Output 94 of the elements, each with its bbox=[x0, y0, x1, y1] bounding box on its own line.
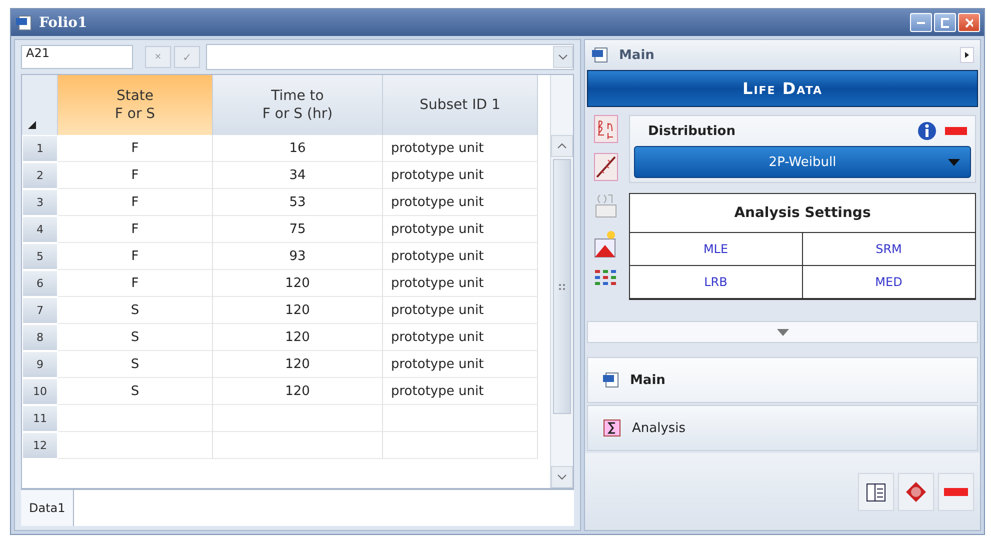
bar-icon bbox=[944, 486, 968, 496]
scroll-up-button[interactable] bbox=[551, 135, 573, 157]
scroll-down-button[interactable] bbox=[551, 466, 573, 488]
table-cell: 120 bbox=[213, 378, 383, 405]
table-cell: prototype unit bbox=[383, 243, 538, 270]
info-icon[interactable] bbox=[917, 121, 937, 141]
table-cell: S bbox=[58, 351, 213, 378]
row-number[interactable]: 3 bbox=[22, 189, 58, 216]
chevron-up-icon bbox=[557, 143, 567, 149]
table-cell: prototype unit bbox=[383, 297, 538, 324]
formula-field[interactable] bbox=[206, 44, 574, 70]
sheet-tab[interactable]: Data1 bbox=[21, 490, 74, 526]
table-cell: 93 bbox=[213, 243, 383, 270]
table-cell: 120 bbox=[213, 297, 383, 324]
row-number[interactable]: 8 bbox=[22, 324, 58, 351]
setting-option[interactable]: SRM bbox=[802, 233, 975, 266]
document-icon bbox=[15, 14, 33, 32]
table-cell: S bbox=[58, 378, 213, 405]
section-banner: Life Data bbox=[587, 70, 978, 107]
table-cell: 16 bbox=[213, 135, 383, 162]
chevron-down-icon bbox=[557, 474, 567, 480]
navigation-label: Main bbox=[630, 372, 666, 388]
table-cell: prototype unit bbox=[383, 135, 538, 162]
distribution-dropdown[interactable]: 2P-Weibull bbox=[634, 146, 971, 178]
collapse-icon[interactable] bbox=[945, 126, 967, 136]
table-cell: prototype unit bbox=[383, 324, 538, 351]
navigation-item[interactable]: Analysis bbox=[587, 405, 978, 451]
table-cell: F bbox=[58, 162, 213, 189]
setting-option[interactable]: MLE bbox=[630, 233, 802, 266]
setting-option[interactable]: MED bbox=[802, 266, 975, 299]
distribution-title: Distribution bbox=[648, 124, 736, 138]
row-number[interactable]: 12 bbox=[22, 432, 58, 459]
sigma-book-icon bbox=[602, 418, 622, 438]
column-header[interactable]: Subset ID 1 bbox=[383, 75, 538, 135]
window-title: Folio1 bbox=[39, 14, 88, 30]
diamond-icon bbox=[905, 480, 927, 502]
table-cell: prototype unit bbox=[383, 378, 538, 405]
scroll-thumb[interactable] bbox=[553, 159, 571, 414]
row-number[interactable]: 1 bbox=[22, 135, 58, 162]
table-cell: prototype unit bbox=[383, 351, 538, 378]
cell-reference-field[interactable]: A21 bbox=[21, 45, 133, 69]
table-cell: F bbox=[58, 189, 213, 216]
badge-button[interactable] bbox=[898, 472, 934, 510]
table-cell: prototype unit bbox=[383, 270, 538, 297]
dropdown-icon bbox=[553, 46, 573, 68]
table-cell: F bbox=[58, 243, 213, 270]
matrix-icon[interactable] bbox=[594, 269, 618, 285]
maximize-button[interactable] bbox=[934, 13, 956, 32]
row-number[interactable]: 9 bbox=[22, 351, 58, 378]
row-number[interactable]: 11 bbox=[22, 405, 58, 432]
panel-title: Main bbox=[619, 48, 656, 62]
table-cell: prototype unit bbox=[383, 162, 538, 189]
maximize-icon bbox=[941, 18, 949, 28]
grip-icon bbox=[559, 284, 565, 290]
parameters-icon[interactable] bbox=[594, 115, 618, 143]
document-icon bbox=[602, 371, 620, 389]
dropdown-icon bbox=[948, 159, 960, 166]
triangle-right-icon bbox=[965, 52, 969, 58]
table-cell: 120 bbox=[213, 351, 383, 378]
select-all-icon[interactable] bbox=[28, 121, 36, 129]
table-cell: 75 bbox=[213, 216, 383, 243]
collapse-button[interactable] bbox=[938, 472, 974, 510]
minimize-icon bbox=[917, 22, 925, 24]
setting-option[interactable]: LRB bbox=[630, 266, 802, 299]
navigation-item[interactable]: Main bbox=[587, 357, 978, 403]
plot-icon[interactable] bbox=[594, 153, 618, 181]
table-cell: F bbox=[58, 216, 213, 243]
table-cell: 53 bbox=[213, 189, 383, 216]
close-button[interactable] bbox=[958, 13, 980, 32]
table-cell: prototype unit bbox=[383, 216, 538, 243]
column-header[interactable]: Time to F or S (hr) bbox=[213, 75, 383, 135]
triangle-down-icon bbox=[776, 328, 788, 336]
column-header[interactable]: State F or S bbox=[58, 75, 213, 135]
layout-button[interactable] bbox=[858, 472, 894, 510]
panel-menu-button[interactable] bbox=[960, 47, 974, 63]
row-number[interactable]: 5 bbox=[22, 243, 58, 270]
table-cell: prototype unit bbox=[383, 189, 538, 216]
table-cell: S bbox=[58, 324, 213, 351]
table-cell: 120 bbox=[213, 324, 383, 351]
row-number[interactable]: 4 bbox=[22, 216, 58, 243]
table-cell: 34 bbox=[213, 162, 383, 189]
close-icon bbox=[965, 18, 973, 28]
minimize-button[interactable] bbox=[910, 13, 932, 32]
table-cell: 120 bbox=[213, 270, 383, 297]
row-number[interactable]: 2 bbox=[22, 162, 58, 189]
document-icon bbox=[591, 46, 609, 64]
row-number[interactable]: 7 bbox=[22, 297, 58, 324]
table-cell: S bbox=[58, 297, 213, 324]
navigation-label: Analysis bbox=[632, 420, 686, 436]
table-cell: F bbox=[58, 270, 213, 297]
row-number[interactable]: 6 bbox=[22, 270, 58, 297]
table-cell: F bbox=[58, 135, 213, 162]
row-number[interactable]: 10 bbox=[22, 378, 58, 405]
layout-icon bbox=[865, 480, 887, 502]
